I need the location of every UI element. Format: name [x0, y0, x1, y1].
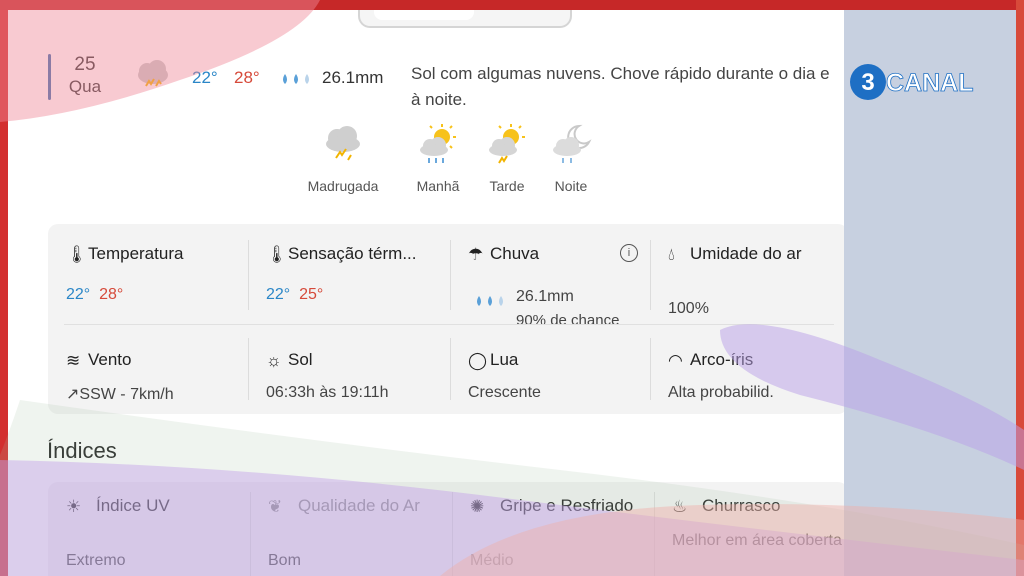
wind-value: SSW - 7km/h	[79, 386, 174, 403]
detail-sol[interactable]: ☼ Sol 06:33h às 19:11h	[248, 324, 438, 414]
right-frame	[1016, 0, 1024, 576]
detail-sensacao[interactable]: 🌡︎Sensação térm... 22° 25°	[248, 224, 438, 314]
top-frame	[0, 0, 1024, 10]
divider	[248, 338, 249, 400]
sun-cloud-storm-icon	[489, 124, 525, 164]
wind-direction-arrow-icon: ↗	[66, 386, 80, 403]
canal-logo: 3 CANAL	[850, 64, 974, 100]
divider	[248, 240, 249, 310]
index-uv[interactable]: ☀︎ Índice UV Extremo	[48, 482, 248, 576]
storm-cloud-icon	[326, 126, 360, 161]
detail-title: Temperatura	[88, 244, 184, 263]
period-noite: Noite	[526, 122, 616, 194]
humidity-drop-icon: 💧︎	[668, 244, 675, 264]
index-value: Médio	[470, 552, 514, 569]
detail-title: Sol	[288, 350, 313, 369]
detail-chuva[interactable]: ☂︎ Chuva i 26.1mm 90% de chance	[450, 224, 640, 329]
detail-arco-iris[interactable]: ◠ Arco-íris Alta probabilid.	[650, 324, 840, 414]
temp-min: 22°	[66, 286, 91, 303]
index-title: Gripe e Resfriado	[500, 496, 634, 515]
index-qualidade-ar[interactable]: ❦ Qualidade do Ar Bom	[250, 482, 450, 576]
rainbow-value: Alta probabilid.	[668, 384, 774, 401]
detail-title: Umidade do ar	[690, 244, 802, 263]
day-temp-min: 22°	[192, 68, 218, 87]
day-rain-mm: 26.1mm	[322, 68, 384, 87]
logo-digit: 3	[861, 69, 874, 96]
grill-icon: ♨	[672, 496, 688, 516]
detail-umidade[interactable]: 💧︎ Umidade do ar 100%	[650, 224, 840, 317]
indices-card: ☀︎ Índice UV Extremo ❦ Qualidade do Ar Bom…	[48, 482, 844, 576]
index-title: Qualidade do Ar	[298, 496, 420, 515]
day-weekday: Qua	[68, 77, 102, 96]
thermometer-icon: 🌡︎	[66, 244, 88, 264]
divider	[64, 324, 834, 325]
index-value: Bom	[268, 552, 301, 569]
wind-icon: ≋	[66, 350, 81, 370]
indices-heading: Índices	[47, 438, 117, 463]
day-number: 25	[74, 54, 96, 75]
divider	[650, 338, 651, 400]
detail-title: Chuva	[490, 244, 540, 263]
index-churrasco[interactable]: ♨ Churrasco Melhor em área coberta	[654, 482, 844, 576]
selected-day-indicator	[48, 54, 51, 100]
sun-cloud-rain-icon	[420, 124, 456, 163]
index-gripe[interactable]: ✺ Gripe e Resfriado Médio	[452, 482, 652, 576]
uv-index-icon: ☀︎	[66, 496, 82, 516]
temp-max: 28°	[99, 286, 124, 303]
divider	[450, 338, 451, 400]
period-label: Noite	[554, 178, 588, 194]
weather-page: 25 Qua 22° 28° 26.1mm Sol com algumas nu…	[8, 10, 844, 576]
index-title: Índice UV	[96, 496, 170, 515]
feels-max: 25°	[299, 286, 324, 303]
index-value: Extremo	[66, 552, 126, 569]
virus-icon: ✺	[470, 496, 485, 516]
air-quality-icon: ❦	[268, 496, 283, 516]
humidity-value: 100%	[668, 300, 709, 317]
info-icon[interactable]: i	[620, 244, 638, 262]
storm-cloud-icon	[138, 60, 168, 87]
moon-cloud-rain-icon	[553, 124, 592, 163]
weather-details-card: 🌡︎Temperatura 22° 28° 🌡︎Sensação térm...…	[48, 224, 844, 414]
divider	[250, 492, 251, 576]
divider	[654, 492, 655, 576]
period-madrugada: Madrugada	[298, 122, 388, 194]
day-forecast-row[interactable]: 25 Qua 22° 28° 26.1mm Sol com algumas nu…	[48, 54, 838, 114]
period-label: Madrugada	[307, 178, 379, 194]
moon-icon: ◯	[468, 350, 488, 370]
day-periods: Madrugada Manhã Tarde Noite	[298, 122, 598, 222]
index-value: Melhor em área coberta	[672, 532, 842, 549]
moon-value: Crescente	[468, 384, 541, 401]
rain-cloud-icon: ☂︎	[468, 244, 484, 264]
detail-title: Lua	[490, 350, 519, 369]
feels-min: 22°	[266, 286, 291, 303]
divider	[452, 492, 453, 576]
sun-icon: ☼	[266, 350, 282, 370]
sun-value: 06:33h às 19:11h	[266, 384, 389, 401]
rain-mm: 26.1mm	[516, 288, 574, 305]
detail-temperatura[interactable]: 🌡︎Temperatura 22° 28°	[48, 224, 238, 314]
divider	[450, 240, 451, 310]
search-bar-inner[interactable]	[374, 10, 474, 20]
day-temp-max: 28°	[234, 68, 260, 87]
detail-vento[interactable]: ≋ Vento ↗SSW - 7km/h	[48, 324, 238, 414]
divider	[650, 240, 651, 310]
detail-title: Vento	[88, 350, 132, 369]
detail-title: Arco-íris	[690, 350, 754, 369]
logo-text: CANAL	[886, 69, 974, 97]
index-title: Churrasco	[702, 496, 781, 515]
rain-drops-icon	[477, 296, 503, 306]
day-summary: Sol com algumas nuvens. Chove rápido dur…	[411, 64, 830, 109]
search-bar[interactable]	[358, 10, 572, 28]
rain-drops-icon	[283, 74, 309, 84]
detail-lua[interactable]: ◯ Lua Crescente	[450, 324, 640, 414]
detail-title: Sensação térm...	[288, 244, 417, 263]
rainbow-icon: ◠	[668, 350, 683, 370]
feels-like-thermometer-icon: 🌡︎	[266, 244, 288, 264]
